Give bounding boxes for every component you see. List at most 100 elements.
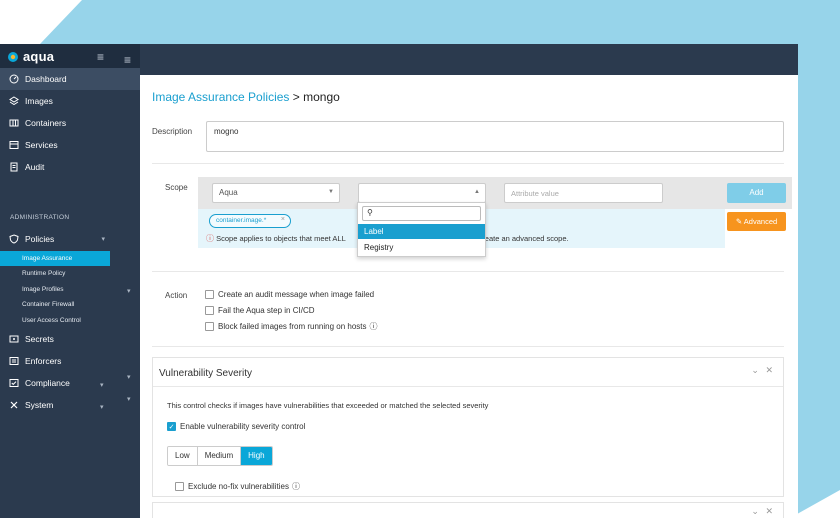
action-option-audit[interactable]: Create an audit message when image faile… <box>205 290 374 299</box>
sidebar-item-policies[interactable]: Policies ▾ <box>0 228 140 250</box>
enable-severity-control[interactable]: ✓ Enable vulnerability severity control <box>167 422 305 431</box>
divider <box>152 346 784 347</box>
aqua-logo-icon <box>8 52 18 62</box>
scope-attribute-select[interactable]: ▲ <box>358 183 486 203</box>
checkbox-label: Block failed images from running on host… <box>218 322 367 331</box>
action-option-fail-ci[interactable]: Fail the Aqua step in CI/CD <box>205 306 315 315</box>
description-textarea[interactable]: mogno <box>206 121 784 152</box>
action-option-block[interactable]: Block failed images from running on host… <box>205 321 378 332</box>
dropdown-search-input[interactable]: ⚲ <box>362 206 481 221</box>
sidebar-item-system[interactable]: System <box>0 394 140 416</box>
divider <box>152 163 784 164</box>
chevron-down-icon: ▾ <box>100 404 104 411</box>
chevron-down-icon: ▼ <box>328 189 334 195</box>
breadcrumb-link-policies[interactable]: Image Assurance Policies <box>152 90 289 104</box>
checkbox[interactable] <box>205 306 214 315</box>
checkbox-label: Fail the Aqua step in CI/CD <box>218 306 315 315</box>
sidebar: aqua ≡ Dashboard Images Containers Servi… <box>0 44 140 518</box>
chevron-down-icon: ▾ <box>101 236 105 243</box>
sidebar-subitem-user-access-control[interactable]: User Access Control <box>0 313 140 328</box>
severity-low-button[interactable]: Low <box>168 447 198 465</box>
app-window: aqua ≡ Dashboard Images Containers Servi… <box>0 44 798 518</box>
sidebar-item-label: Containers <box>25 118 67 128</box>
sidebar-item-services[interactable]: Services <box>0 134 140 156</box>
help-icon[interactable]: ⓘ <box>370 321 378 332</box>
sidebar-item-label: Compliance <box>25 378 70 388</box>
shield-icon <box>8 233 20 245</box>
chevron-down-icon: ▾ <box>127 396 131 403</box>
sidebar-item-label: System <box>25 400 54 410</box>
logo-row: aqua ≡ <box>0 44 140 70</box>
close-icon[interactable]: ✕ <box>765 506 773 516</box>
dropdown-option-registry[interactable]: Registry <box>358 240 485 255</box>
checklist-icon <box>8 377 20 389</box>
sidebar-item-containers[interactable]: Containers <box>0 112 140 134</box>
sidebar-subitem-container-firewall[interactable]: Container Firewall <box>0 297 140 312</box>
sidebar-item-audit[interactable]: Audit <box>0 156 140 178</box>
divider <box>152 271 784 272</box>
sidebar-item-label: Policies <box>25 234 55 244</box>
advanced-label: Advanced <box>743 217 778 226</box>
breadcrumb-current: mongo <box>303 90 340 104</box>
menu-toggle-icon[interactable]: ≡ <box>124 53 131 67</box>
checkbox-label: Exclude no-fix vulnerabilities <box>188 482 289 491</box>
checkbox[interactable] <box>205 290 214 299</box>
dropdown-option-label[interactable]: Label <box>358 224 485 239</box>
checkbox-label: Enable vulnerability severity control <box>180 422 306 431</box>
panel-description: This control checks if images have vulne… <box>167 401 489 410</box>
checkbox[interactable] <box>205 322 214 331</box>
brand-name: aqua <box>23 49 55 64</box>
exclude-no-fix[interactable]: Exclude no-fix vulnerabilities ⓘ <box>175 481 300 492</box>
sidebar-item-label: Services <box>25 140 58 150</box>
panel-title: Vulnerability Severity <box>159 368 253 379</box>
sidebar-item-secrets[interactable]: Secrets <box>0 328 140 350</box>
scope-type-select[interactable]: Aqua ▼ <box>212 183 340 203</box>
warning-icon: ⓘ <box>206 234 214 243</box>
chevron-up-icon: ▲ <box>474 189 480 195</box>
sidebar-subitem-runtime-policy[interactable]: Runtime Policy <box>0 266 140 281</box>
checkbox-label: Create an audit message when image faile… <box>218 290 375 299</box>
severity-medium-button[interactable]: Medium <box>197 447 242 465</box>
top-bar: ≡ <box>124 44 798 75</box>
sidebar-subitem-image-assurance[interactable]: Image Assurance <box>0 251 110 266</box>
scope-tag-label: container.image.* <box>216 217 267 224</box>
sidebar-subitem-image-profiles[interactable]: Image Profiles <box>0 282 140 297</box>
section-label-administration: ADMINISTRATION <box>10 214 70 221</box>
chevron-down-icon: ▾ <box>127 374 131 381</box>
panel-controls: ⌄ ✕ <box>751 506 773 517</box>
severity-high-button[interactable]: High <box>241 447 272 465</box>
close-icon[interactable]: ✕ <box>765 365 773 375</box>
breadcrumb-separator: > <box>292 90 300 104</box>
panel-controls: ⌄ ✕ <box>751 365 773 376</box>
add-scope-button[interactable]: Add <box>727 183 786 203</box>
divider <box>153 386 783 387</box>
chevron-down-icon[interactable]: ⌄ <box>751 365 759 375</box>
sidebar-item-label: Audit <box>25 162 45 172</box>
sidebar-menu-icon[interactable]: ≡ <box>97 50 104 64</box>
severity-selector: Low Medium High <box>167 446 273 466</box>
chevron-down-icon[interactable]: ⌄ <box>751 506 759 516</box>
key-icon <box>8 333 20 345</box>
action-label: Action <box>165 291 188 300</box>
sidebar-item-compliance[interactable]: Compliance <box>0 372 140 394</box>
sidebar-item-label: Enforcers <box>25 356 62 366</box>
close-icon[interactable]: × <box>281 216 285 223</box>
attribute-dropdown-menu: ⚲ Label Registry <box>357 202 486 257</box>
help-icon[interactable]: ⓘ <box>292 481 300 492</box>
search-icon: ⚲ <box>367 208 373 217</box>
checkbox[interactable] <box>175 482 184 491</box>
sidebar-item-label: Images <box>25 96 53 106</box>
breadcrumb: Image Assurance Policies > mongo <box>152 90 340 104</box>
sidebar-item-label: Dashboard <box>25 74 67 84</box>
chevron-down-icon: ▾ <box>100 382 104 389</box>
sidebar-item-dashboard[interactable]: Dashboard <box>0 68 140 90</box>
gauge-icon <box>8 73 20 85</box>
advanced-button[interactable]: ✎ Advanced <box>727 212 786 231</box>
sidebar-item-images[interactable]: Images <box>0 90 140 112</box>
main-content: Image Assurance Policies > mongo Descrip… <box>140 75 798 518</box>
container-icon <box>8 117 20 129</box>
checkbox-checked[interactable]: ✓ <box>167 422 176 431</box>
attribute-value-input[interactable]: Attribute value <box>504 183 663 203</box>
layers-icon <box>8 95 20 107</box>
sidebar-item-enforcers[interactable]: Enforcers <box>0 350 140 372</box>
